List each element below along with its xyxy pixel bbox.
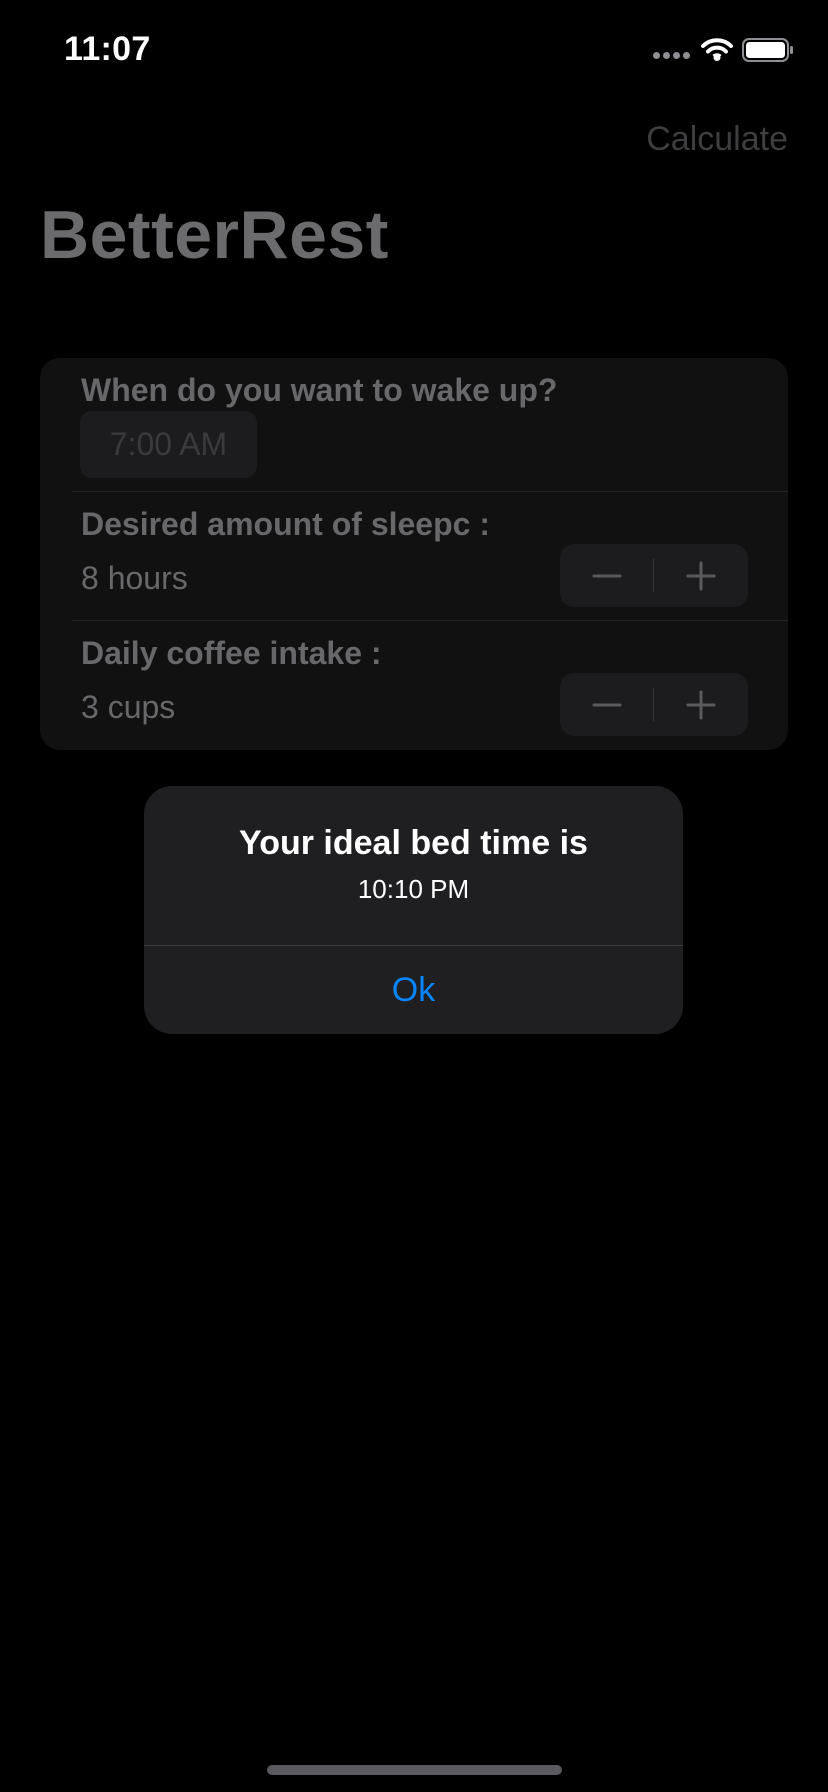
alert-ok-button[interactable]: Ok bbox=[144, 946, 683, 1034]
sleep-amount-row: Desired amount of sleepc : 8 hours bbox=[40, 492, 788, 620]
status-time: 11:07 bbox=[64, 30, 151, 68]
wake-up-time-picker[interactable]: 7:00 AM bbox=[80, 411, 257, 478]
bedtime-alert: Your ideal bed time is 10:10 PM Ok bbox=[144, 786, 683, 1034]
wifi-icon bbox=[700, 36, 734, 62]
signal-dots-icon bbox=[653, 52, 691, 62]
sleep-increment-button[interactable] bbox=[654, 544, 748, 607]
minus-icon bbox=[592, 703, 622, 707]
minus-icon bbox=[592, 574, 622, 578]
coffee-intake-stepper bbox=[560, 673, 748, 736]
page-title: BetterRest bbox=[40, 197, 389, 273]
home-indicator[interactable] bbox=[267, 1765, 562, 1775]
plus-icon bbox=[686, 561, 716, 591]
wake-up-row: When do you want to wake up? 7:00 AM bbox=[40, 358, 788, 491]
coffee-increment-button[interactable] bbox=[654, 673, 748, 736]
coffee-intake-row: Daily coffee intake : 3 cups bbox=[40, 621, 788, 750]
alert-title: Your ideal bed time is bbox=[239, 824, 588, 862]
sleep-amount-value: 8 hours bbox=[81, 560, 188, 596]
sleep-decrement-button[interactable] bbox=[560, 544, 654, 607]
sleep-amount-label: Desired amount of sleepc : bbox=[81, 506, 490, 542]
sleep-amount-stepper bbox=[560, 544, 748, 607]
alert-message: 10:10 PM bbox=[357, 874, 470, 904]
battery-full-icon bbox=[742, 38, 794, 62]
calculate-button[interactable]: Calculate bbox=[646, 120, 788, 159]
wake-up-label: When do you want to wake up? bbox=[81, 372, 558, 408]
settings-form: When do you want to wake up? 7:00 AM Des… bbox=[40, 358, 788, 750]
coffee-decrement-button[interactable] bbox=[560, 673, 654, 736]
coffee-intake-value: 3 cups bbox=[81, 689, 176, 725]
plus-icon bbox=[686, 690, 716, 720]
coffee-intake-label: Daily coffee intake : bbox=[81, 635, 382, 671]
